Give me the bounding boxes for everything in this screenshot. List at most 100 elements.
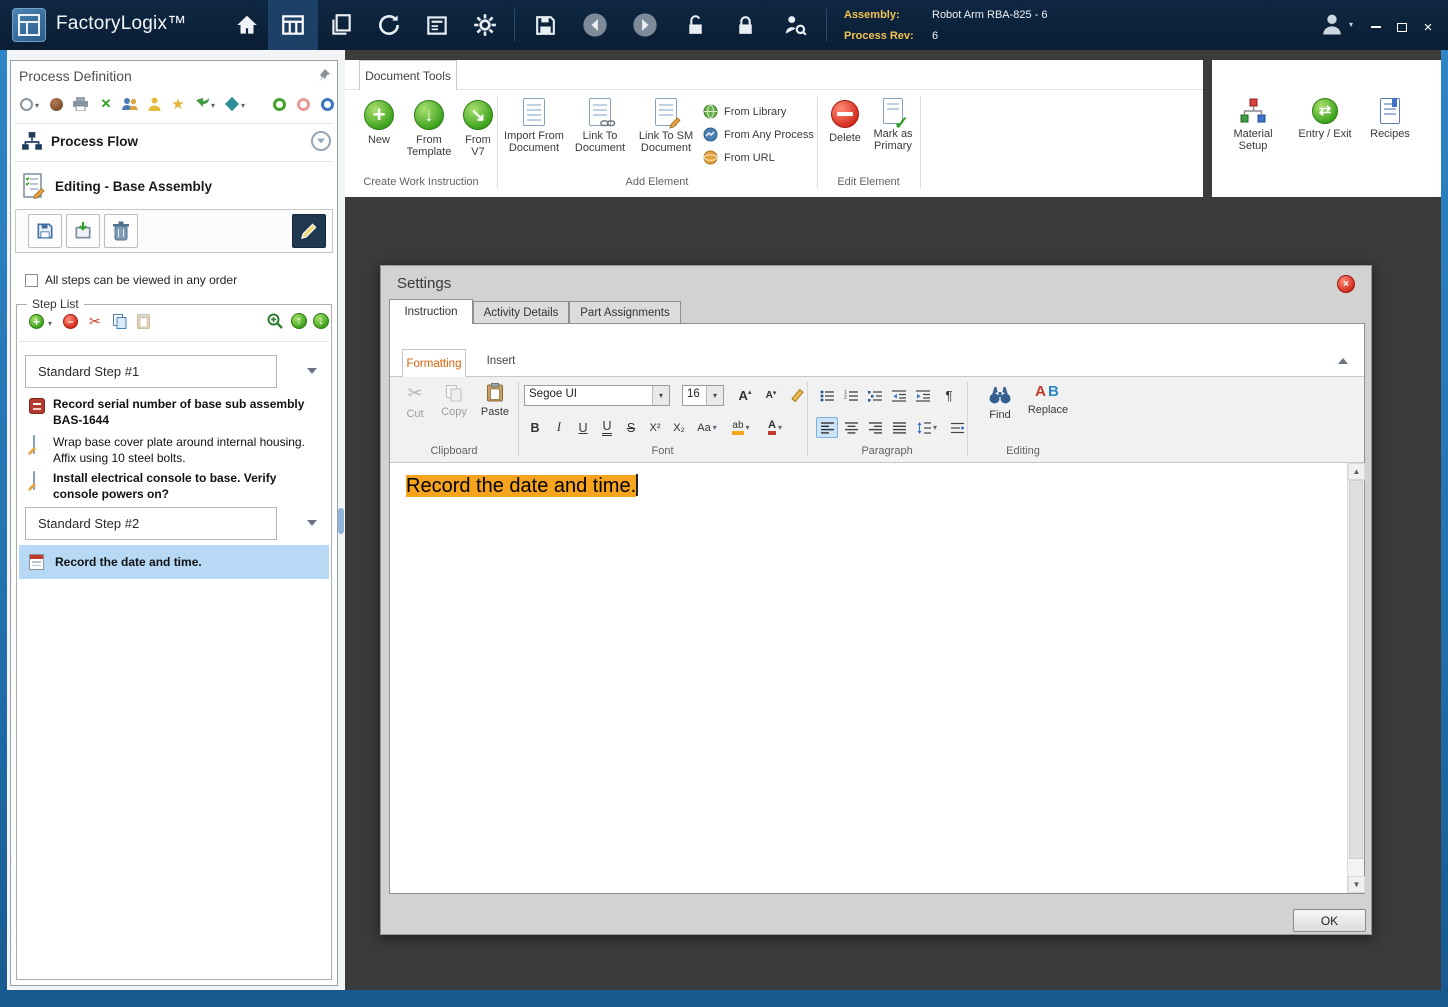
- underline-button[interactable]: U: [572, 417, 594, 438]
- align-justify-button[interactable]: [888, 417, 910, 438]
- sphere-button[interactable]: [47, 95, 65, 113]
- cut-step-button[interactable]: ✂: [89, 313, 101, 330]
- from-any-process-button[interactable]: From Any Process: [703, 127, 814, 142]
- change-case-button[interactable]: Aa▾: [692, 417, 722, 438]
- edit-mode-button[interactable]: [292, 214, 326, 248]
- bold-button[interactable]: B: [524, 417, 546, 438]
- find-button[interactable]: Find: [982, 383, 1018, 421]
- line-spacing-button[interactable]: ▾: [912, 417, 942, 438]
- tab-activity-details[interactable]: Activity Details: [473, 301, 569, 324]
- cut-button[interactable]: ✂ Cut: [398, 383, 432, 420]
- process-definition-button[interactable]: [272, 6, 314, 44]
- tab-document-tools[interactable]: Document Tools: [359, 60, 457, 90]
- back-button[interactable]: [574, 6, 616, 44]
- step-item[interactable]: Install electrical console to base. Veri…: [17, 469, 331, 507]
- tab-instruction[interactable]: Instruction: [389, 299, 473, 324]
- paragraph-marks-button[interactable]: [946, 417, 968, 438]
- step-group-header[interactable]: Standard Step #2: [25, 507, 277, 540]
- collapse-section-button[interactable]: [311, 131, 331, 151]
- from-url-button[interactable]: From URL: [703, 150, 775, 165]
- pin-panel-button[interactable]: [317, 68, 331, 89]
- news-button[interactable]: [416, 6, 458, 44]
- sync-button[interactable]: [368, 6, 410, 44]
- scroll-down-button[interactable]: ▼: [1348, 876, 1365, 893]
- add-step-caret[interactable]: ▾: [48, 319, 52, 328]
- bullet-list-button[interactable]: [816, 385, 838, 406]
- import-process-button[interactable]: [66, 214, 100, 248]
- collapse-step-chevron[interactable]: [307, 520, 317, 526]
- align-right-button[interactable]: [864, 417, 886, 438]
- font-color-button[interactable]: A▾: [760, 417, 790, 438]
- pilcrow-button[interactable]: ¶: [938, 385, 960, 406]
- font-family-combo[interactable]: Segoe UI ▾: [524, 385, 670, 406]
- panel-splitter[interactable]: [338, 508, 344, 534]
- collapse-ribbon-chevron[interactable]: [1338, 358, 1348, 364]
- any-order-checkbox[interactable]: [25, 274, 38, 287]
- shape-button[interactable]: [223, 95, 241, 113]
- align-center-button[interactable]: [840, 417, 862, 438]
- paste-button[interactable]: Paste: [476, 383, 514, 418]
- italic-button[interactable]: I: [548, 417, 570, 438]
- delete-process-button[interactable]: [104, 214, 138, 248]
- editor-scrollbar[interactable]: ▲ ▼: [1347, 463, 1364, 893]
- unlock-button[interactable]: [674, 6, 716, 44]
- caret-down-icon[interactable]: ▾: [211, 101, 215, 110]
- settings-button[interactable]: [464, 6, 506, 44]
- remove-step-button[interactable]: –: [63, 314, 78, 329]
- link-to-sm-document-button[interactable]: Link To SM Document: [635, 98, 697, 154]
- lock-button[interactable]: [724, 6, 766, 44]
- maximize-button[interactable]: [1390, 16, 1414, 38]
- align-left-button[interactable]: [816, 417, 838, 438]
- team-button[interactable]: [121, 95, 139, 113]
- scroll-up-button[interactable]: ▲: [1348, 463, 1365, 480]
- instruction-text-area[interactable]: Record the date and time. ▲ ▼: [390, 463, 1364, 893]
- from-template-button[interactable]: ↓ From Template: [403, 100, 455, 158]
- home-button[interactable]: [226, 6, 268, 44]
- step-item-selected[interactable]: Record the date and time.: [19, 545, 329, 579]
- step-item[interactable]: Record serial number of base sub assembl…: [17, 395, 331, 433]
- tab-formatting[interactable]: Formatting: [402, 349, 466, 377]
- knob-button[interactable]: [17, 95, 35, 113]
- delete-element-button[interactable]: Delete: [824, 100, 866, 144]
- export-button[interactable]: [193, 95, 211, 113]
- step-item[interactable]: Wrap base cover plate around internal ho…: [17, 433, 331, 469]
- entry-exit-button[interactable]: ⇄ Entry / Exit: [1292, 98, 1358, 140]
- any-order-option[interactable]: All steps can be viewed in any order: [25, 273, 237, 287]
- subscript-button[interactable]: X₂: [668, 417, 690, 438]
- ok-button[interactable]: OK: [1293, 909, 1366, 932]
- add-step-button[interactable]: +: [29, 314, 44, 329]
- multilevel-list-button[interactable]: [864, 385, 886, 406]
- status-green-button[interactable]: [273, 98, 286, 111]
- caret-down-icon[interactable]: ▾: [241, 101, 245, 110]
- copy-button[interactable]: Copy: [436, 385, 472, 418]
- save-button[interactable]: [524, 6, 566, 44]
- recipes-button[interactable]: Recipes: [1364, 98, 1416, 140]
- material-setup-button[interactable]: Material Setup: [1224, 98, 1282, 152]
- audit-trail-button[interactable]: [774, 6, 816, 44]
- person-button[interactable]: [145, 95, 163, 113]
- new-instruction-button[interactable]: + New: [357, 100, 401, 146]
- from-v7-button[interactable]: ↘ From V7: [457, 100, 499, 158]
- move-step-down-button[interactable]: ↓: [313, 313, 329, 329]
- highlighter-button[interactable]: [786, 385, 808, 406]
- status-blue-button[interactable]: [321, 98, 334, 111]
- user-menu-button[interactable]: ▾: [1318, 10, 1353, 38]
- double-underline-button[interactable]: U: [596, 417, 618, 438]
- zoom-steps-button[interactable]: [267, 313, 283, 334]
- from-library-button[interactable]: From Library: [703, 104, 786, 119]
- highlight-color-button[interactable]: ab▾: [726, 417, 756, 438]
- forward-button[interactable]: [624, 6, 666, 44]
- close-dialog-button[interactable]: ×: [1337, 275, 1355, 293]
- increase-indent-button[interactable]: [912, 385, 934, 406]
- decrease-indent-button[interactable]: [888, 385, 910, 406]
- save-process-button[interactable]: [28, 214, 62, 248]
- tab-insert[interactable]: Insert: [476, 355, 526, 367]
- scrollbar-thumb[interactable]: [1349, 480, 1363, 859]
- link-to-document-button[interactable]: Link To Document: [571, 98, 629, 154]
- step-group-header[interactable]: Standard Step #1: [25, 355, 277, 388]
- mark-as-primary-button[interactable]: ✓ Mark as Primary: [868, 98, 918, 152]
- import-from-document-button[interactable]: Import From Document: [503, 98, 565, 154]
- copy-step-button[interactable]: [113, 314, 127, 334]
- shrink-font-button[interactable]: A▾: [760, 385, 782, 406]
- paste-step-button[interactable]: [137, 313, 150, 334]
